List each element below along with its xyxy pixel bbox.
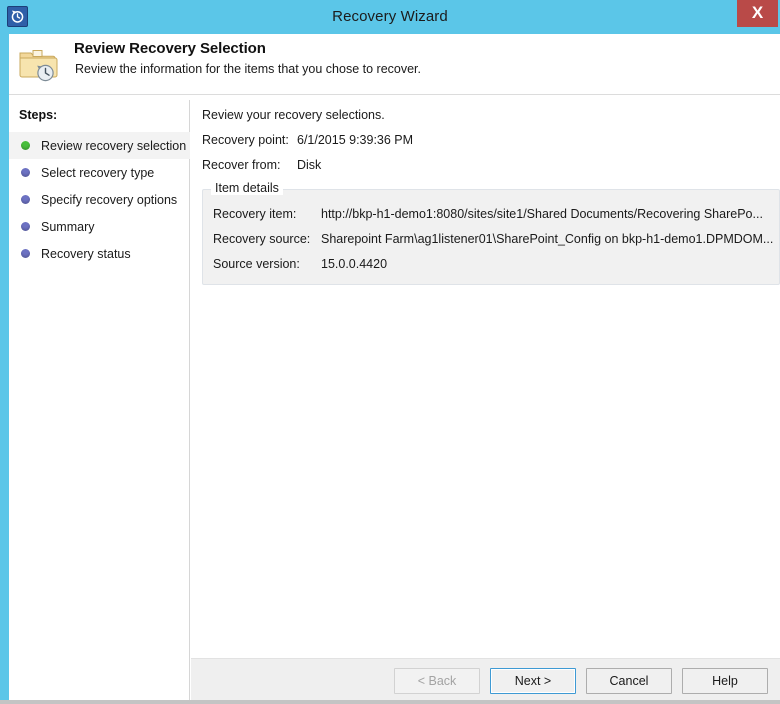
sidebar-item-label: Recovery status: [41, 246, 131, 261]
recover-from-row: Recover from: Disk: [202, 158, 321, 172]
sidebar-item-label: Specify recovery options: [41, 192, 178, 207]
title-bar: Recovery Wizard X: [0, 0, 780, 34]
next-button[interactable]: Next >: [490, 668, 576, 694]
accent-strip: [0, 34, 9, 704]
recovery-point-value: 6/1/2015 9:39:36 PM: [297, 133, 414, 147]
recovery-source-label: Recovery source:: [213, 232, 311, 246]
page-header: Review Recovery Selection Review the inf…: [9, 34, 780, 95]
steps-sidebar: Steps: Review recovery selection Select …: [9, 100, 190, 700]
back-button[interactable]: < Back: [394, 668, 480, 694]
step-bullet-icon: [21, 168, 30, 177]
sidebar-item-select-recovery-type[interactable]: Select recovery type: [9, 159, 190, 186]
source-version-row: Source version: 15.0.0.4420: [213, 257, 387, 271]
sidebar-item-label: Review recovery selection: [41, 138, 187, 153]
page-subtitle: Review the information for the items tha…: [75, 62, 422, 76]
folder-history-icon: [17, 46, 59, 84]
cancel-button[interactable]: Cancel: [586, 668, 672, 694]
window-bottom-edge: [0, 700, 780, 704]
step-bullet-icon: [21, 195, 30, 204]
sidebar-item-specify-recovery-options[interactable]: Specify recovery options: [9, 186, 190, 213]
recovery-point-label: Recovery point:: [202, 133, 289, 147]
recovery-item-row: Recovery item: http://bkp-h1-demo1:8080/s…: [213, 207, 763, 221]
recovery-source-row: Recovery source: Sharepoint Farm\ag1liste…: [213, 232, 773, 246]
help-button[interactable]: Help: [682, 668, 768, 694]
source-version-label: Source version:: [213, 257, 300, 271]
intro-text: Review your recovery selections.: [202, 108, 385, 122]
recovery-point-row: Recovery point: 6/1/2015 9:39:36 PM: [202, 133, 413, 147]
item-details-groupbox: Item details Recovery item: http://bkp-h1…: [202, 181, 780, 285]
steps-heading: Steps:: [19, 108, 58, 122]
step-bullet-icon: [21, 222, 30, 231]
close-icon[interactable]: X: [737, 0, 778, 27]
sidebar-item-review-recovery-selection[interactable]: Review recovery selection: [9, 132, 190, 159]
step-bullet-icon: [21, 141, 30, 150]
recovery-item-label: Recovery item:: [213, 207, 297, 221]
sidebar-item-recovery-status[interactable]: Recovery status: [9, 240, 190, 267]
content-panel: Review your recovery selections. Recover…: [191, 96, 780, 704]
button-footer: < Back Next > Cancel Help: [191, 658, 780, 704]
page-title: Review Recovery Selection: [74, 40, 266, 57]
item-details-legend: Item details: [211, 181, 283, 195]
steps-list: Review recovery selection Select recover…: [9, 132, 190, 267]
recovery-item-value: http://bkp-h1-demo1:8080/sites/site1/Sha…: [321, 207, 763, 221]
source-version-value: 15.0.0.4420: [321, 257, 388, 271]
sidebar-item-summary[interactable]: Summary: [9, 213, 190, 240]
recover-from-label: Recover from:: [202, 158, 281, 172]
wizard-body: Steps: Review recovery selection Select …: [9, 96, 780, 704]
window-title: Recovery Wizard: [332, 8, 448, 25]
step-bullet-icon: [21, 249, 30, 258]
recovery-wizard-window: Recovery Wizard X Review Recovery Select…: [0, 0, 780, 704]
recovery-source-value: Sharepoint Farm\ag1listener01\SharePoint…: [321, 232, 774, 246]
sidebar-item-label: Summary: [41, 219, 95, 234]
wizard-button-row: < Back Next > Cancel Help: [394, 668, 768, 694]
sidebar-item-label: Select recovery type: [41, 165, 155, 180]
recover-from-value: Disk: [297, 158, 322, 172]
